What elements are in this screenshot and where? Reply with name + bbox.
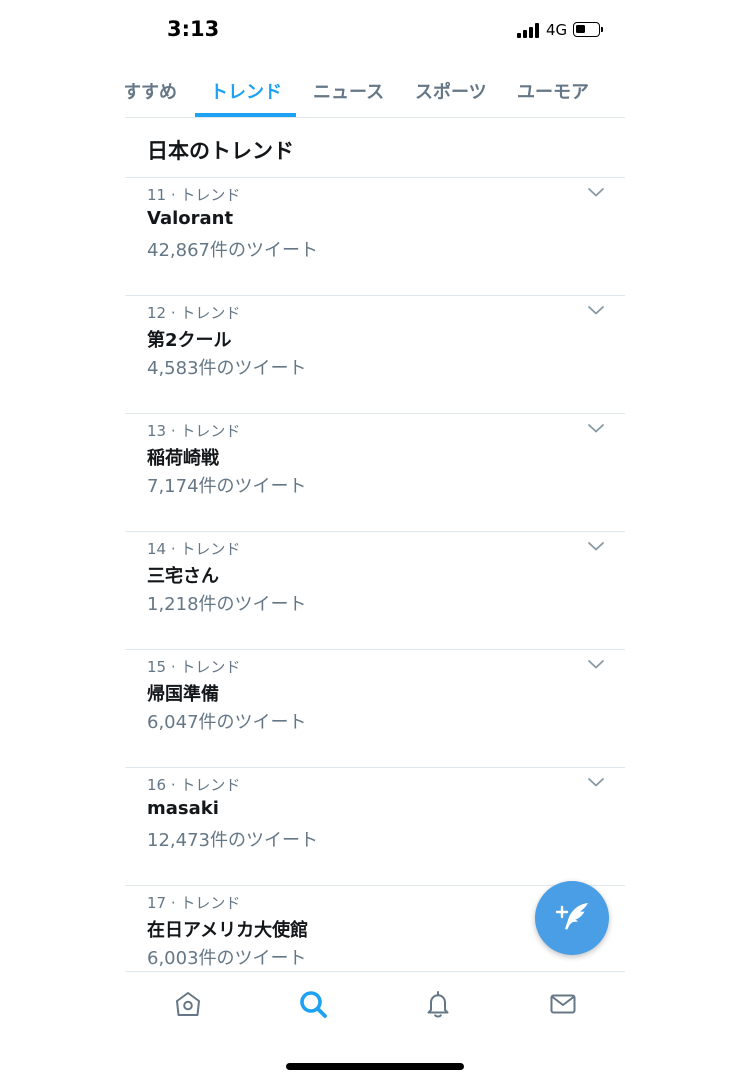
home-icon[interactable] <box>172 988 204 1020</box>
tweet-count: 6,047件のツイート <box>147 712 307 733</box>
tweet-count: 7,174件のツイート <box>147 476 307 497</box>
trend-item[interactable]: 11 · トレンド Valorant 42,867件のツイート <box>125 178 625 296</box>
trend-item[interactable]: 13 · トレンド 稲荷崎戦 7,174件のツイート <box>125 414 625 532</box>
chevron-down-icon[interactable] <box>587 540 605 552</box>
tweet-count: 4,583件のツイート <box>147 358 307 379</box>
trend-item[interactable]: 16 · トレンド masaki 12,473件のツイート <box>125 768 625 886</box>
bottom-tab-bar <box>125 971 625 1038</box>
chevron-down-icon[interactable] <box>587 304 605 316</box>
tab-for-you[interactable]: すすめ <box>125 78 177 104</box>
tab-sports[interactable]: スポーツ <box>415 78 487 104</box>
trend-rank: 17 · トレンド <box>147 894 241 912</box>
battery-cap <box>601 27 603 32</box>
trend-item[interactable]: 15 · トレンド 帰国準備 6,047件のツイート <box>125 650 625 768</box>
compose-tweet-icon <box>555 903 588 930</box>
chevron-down-icon[interactable] <box>587 658 605 670</box>
explore-tabs: すすめ トレンド ニュース スポーツ ユーモア <box>125 62 625 118</box>
trend-rank: 12 · トレンド <box>147 304 241 322</box>
trend-name: 在日アメリカ大使館 <box>147 920 309 941</box>
status-time: 3:13 <box>167 17 220 41</box>
mail-icon[interactable] <box>547 988 579 1020</box>
chevron-down-icon[interactable] <box>587 422 605 434</box>
status-bar: 3:13 4G <box>0 0 750 62</box>
compose-tweet-button[interactable] <box>535 881 609 955</box>
section-title: 日本のトレンド <box>147 139 294 163</box>
tweet-count: 1,218件のツイート <box>147 594 307 615</box>
trend-name: 帰国準備 <box>147 684 219 705</box>
battery-icon <box>573 22 600 37</box>
tweet-count: 42,867件のツイート <box>147 240 318 261</box>
chevron-down-icon[interactable] <box>587 186 605 198</box>
trend-rank: 14 · トレンド <box>147 540 241 558</box>
trend-list: 11 · トレンド Valorant 42,867件のツイート 12 · トレン… <box>125 178 625 971</box>
active-tab-indicator <box>195 113 296 117</box>
trend-rank: 16 · トレンド <box>147 776 241 794</box>
network-type: 4G <box>546 21 568 39</box>
trend-name: 三宅さん <box>147 566 219 587</box>
bell-icon[interactable] <box>422 988 454 1020</box>
chevron-down-icon[interactable] <box>587 776 605 788</box>
trend-name: 稲荷崎戦 <box>147 448 219 469</box>
trend-rank: 15 · トレンド <box>147 658 241 676</box>
search-icon[interactable] <box>297 988 329 1020</box>
tab-trending[interactable]: トレンド <box>210 78 282 104</box>
explore-content: すすめ トレンド ニュース スポーツ ユーモア 日本のトレンド 11 · トレン… <box>125 62 625 971</box>
trend-name: 第2クール <box>147 330 232 351</box>
trend-rank: 13 · トレンド <box>147 422 241 440</box>
tweet-count: 6,003件のツイート <box>147 948 307 969</box>
trend-name: masaki <box>147 798 219 819</box>
cellular-signal-icon <box>517 23 541 38</box>
home-indicator[interactable] <box>286 1063 464 1070</box>
trend-item[interactable]: 12 · トレンド 第2クール 4,583件のツイート <box>125 296 625 414</box>
trend-rank: 11 · トレンド <box>147 186 241 204</box>
trend-item[interactable]: 14 · トレンド 三宅さん 1,218件のツイート <box>125 532 625 650</box>
trend-name: Valorant <box>147 208 234 229</box>
tab-humor[interactable]: ユーモア <box>517 78 589 104</box>
tweet-count: 12,473件のツイート <box>147 830 318 851</box>
tab-news[interactable]: ニュース <box>313 78 384 104</box>
